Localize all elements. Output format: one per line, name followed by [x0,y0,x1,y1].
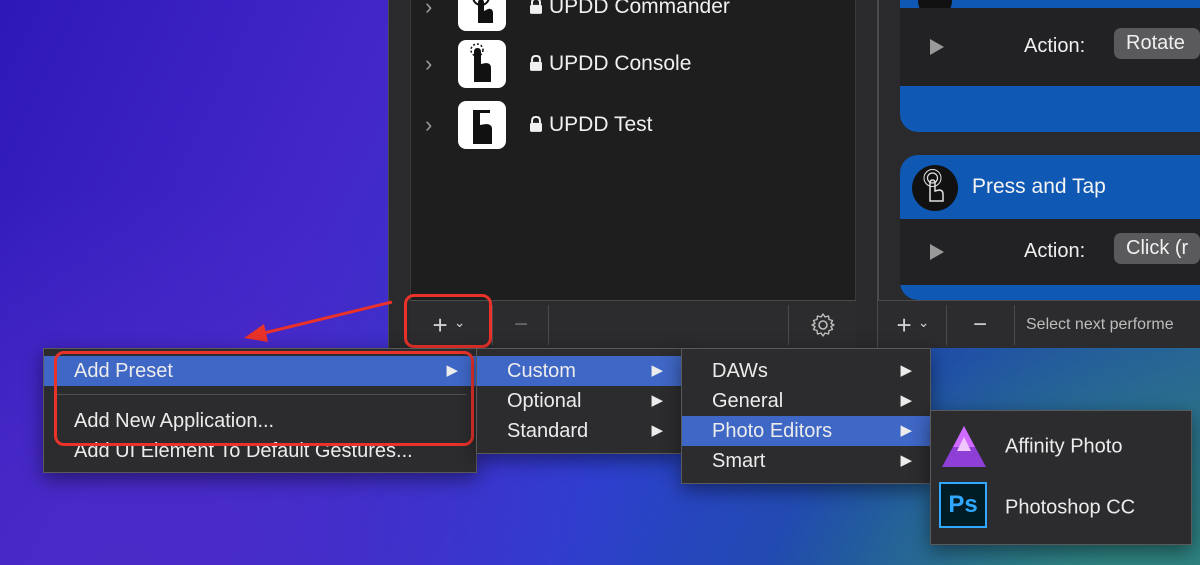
menu-item-label: General [712,390,784,412]
menu-item-label: Affinity Photo [1005,435,1123,458]
submenu-arrow-icon: ▶ [900,392,912,409]
gesture-card-press-and-tap[interactable]: Press and Tap Action: Click (r [900,155,1200,300]
menu-item-label: Custom [507,360,576,382]
menu-item-label: Optional [507,390,582,412]
disclosure-chevron-icon[interactable]: › [425,112,432,138]
toolbar-divider [492,305,493,345]
menu-item-label: Photo Editors [712,420,833,442]
menu-item-daws[interactable]: DAWs ▶ [682,356,930,386]
app-name: UPDD Commander [549,0,730,18]
disclosure-chevron-icon[interactable]: › [425,0,432,20]
photo-editors-submenu: Affinity Photo Ps Photoshop CC [930,410,1192,545]
annotation-arrow-icon [244,300,393,342]
annotation-highlight-add-button [404,294,492,348]
submenu-arrow-icon: ▶ [900,422,912,439]
gesture-card[interactable]: Action: Rotate [900,0,1200,132]
menu-item-label: Smart [712,450,766,472]
app-row-updd-console[interactable]: › UPDD Console [411,34,857,94]
menu-item-optional[interactable]: Optional ▶ [477,386,681,416]
action-select[interactable]: Click (r [1114,233,1200,264]
hand-pointer-icon [458,40,506,88]
hand-touch-icon [458,0,506,31]
submenu-arrow-icon: ▶ [651,392,663,409]
app-row-updd-test[interactable]: › UPDD Test [411,95,857,155]
press-tap-gesture-icon [912,165,958,211]
toolbar-divider [548,305,549,345]
disclosure-chevron-icon[interactable]: › [425,51,432,77]
menu-item-label: DAWs [712,360,768,382]
submenu-arrow-icon: ▶ [651,362,663,379]
toolbar-divider [946,305,947,345]
settings-button[interactable] [790,301,856,349]
menu-item-smart[interactable]: Smart ▶ [682,446,930,476]
lock-icon [530,54,542,71]
action-label: Action: [1024,240,1086,262]
submenu-arrow-icon: ▶ [900,452,912,469]
plus-icon: + [896,309,912,340]
lock-icon [530,115,542,132]
play-icon[interactable] [930,244,944,260]
gear-icon [811,313,835,337]
submenu-arrow-icon: ▶ [900,362,912,379]
menu-item-label: Standard [507,420,589,442]
submenu-arrow-icon: ▶ [651,422,663,439]
select-next-text: Select next performe [1026,316,1174,333]
action-label: Action: [1024,35,1086,57]
chevron-down-icon: ⌄ [917,313,930,330]
app-name: UPDD Console [549,52,692,75]
gesture-toolbar: + ⌄ − Select next performe [878,300,1200,348]
toolbar-divider [788,305,789,345]
gesture-title: Press and Tap [972,175,1106,198]
menu-item-general[interactable]: General ▶ [682,386,930,416]
menu-item-custom[interactable]: Custom ▶ [477,356,681,386]
app-row-updd-commander[interactable]: › UPDD Commander [411,0,857,37]
minus-icon: − [972,311,987,338]
custom-submenu: DAWs ▶ General ▶ Photo Editors ▶ Smart ▶ [681,348,931,484]
play-icon[interactable] [930,39,944,55]
photoshop-icon: Ps [939,482,987,528]
menu-item-label: Photoshop CC [1005,496,1136,519]
annotation-highlight-menu [54,351,474,446]
menu-item-photo-editors[interactable]: Photo Editors ▶ [682,416,930,446]
remove-gesture-button[interactable]: − [948,301,1012,349]
preset-submenu: Custom ▶ Optional ▶ Standard ▶ [476,348,682,454]
minus-icon: − [513,311,528,338]
affinity-photo-icon [942,426,986,467]
menu-item-affinity-photo[interactable]: Affinity Photo [931,417,1193,477]
lock-icon [530,0,542,14]
gesture-action-row: Action: Rotate [900,8,1200,86]
menu-item-standard[interactable]: Standard ▶ [477,416,681,446]
hand-test-icon [458,101,506,149]
action-select[interactable]: Rotate [1114,28,1200,59]
app-name: UPDD Test [549,113,653,136]
menu-item-photoshop-cc[interactable]: Ps Photoshop CC [931,478,1193,538]
application-list[interactable]: › UPDD Commander › UPDD Console › UPDD T… [410,0,856,300]
gesture-action-row: Action: Click (r [900,219,1200,285]
remove-button[interactable]: − [494,301,548,349]
toolbar-divider [1014,305,1015,345]
add-gesture-button[interactable]: + ⌄ [884,301,942,349]
